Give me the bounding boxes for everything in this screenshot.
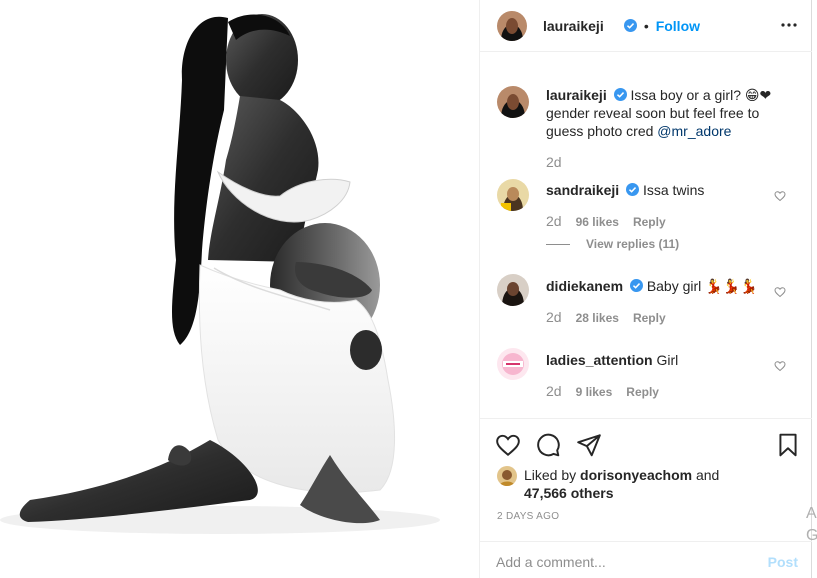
comment-time[interactable]: 2d <box>546 213 562 229</box>
liked-by-others[interactable]: 47,566 others <box>524 485 614 501</box>
comment-meta: 2d 9 likes Reply <box>546 383 659 399</box>
liked-by-user[interactable]: dorisonyeachom <box>580 467 692 483</box>
caption-username[interactable]: lauraikeji <box>546 87 607 103</box>
comment-likes[interactable]: 96 likes <box>576 215 619 229</box>
reply-button[interactable]: Reply <box>626 385 659 399</box>
maternity-photo-illustration <box>0 0 479 578</box>
more-icon[interactable] <box>780 16 798 34</box>
comment-time[interactable]: 2d <box>546 309 562 325</box>
post-details-panel: lauraikeji • Follow lauraikeji Issa boy … <box>480 0 812 578</box>
add-comment-bar: Post <box>480 541 812 578</box>
caption-time[interactable]: 2d <box>546 154 562 170</box>
follow-wrap: • Follow <box>621 18 700 34</box>
edge-glyph-a: A <box>806 505 817 522</box>
caption-meta: 2d <box>546 154 576 170</box>
author-avatar[interactable] <box>497 11 527 41</box>
caption-emojis: 😁❤ <box>744 87 772 103</box>
caption-mention-link[interactable]: @mr_adore <box>657 123 731 139</box>
comment-username[interactable]: sandraikeji <box>546 182 619 198</box>
like-comment-heart-icon[interactable] <box>774 190 786 202</box>
heart-icon[interactable] <box>495 432 521 458</box>
likes-summary: Liked by dorisonyeachom and 47,566 other… <box>524 466 719 502</box>
comment-username[interactable]: ladies_attention <box>546 352 653 368</box>
post-actions: Liked by dorisonyeachom and 47,566 other… <box>480 418 812 578</box>
comment-body: Issa twins <box>642 182 705 198</box>
like-comment-heart-icon[interactable] <box>774 286 786 298</box>
comment-username[interactable]: didiekanem <box>546 278 623 294</box>
reply-button[interactable]: Reply <box>633 215 666 229</box>
view-replies-label: View replies (11) <box>586 237 680 251</box>
comment-body: Girl <box>656 352 679 368</box>
liked-by-middle: and <box>692 467 720 483</box>
caption-body-1: Issa boy or a girl? <box>630 87 745 103</box>
comment-text: didiekanem Baby girl 💃💃💃 <box>546 277 782 295</box>
verified-icon <box>626 183 640 196</box>
comment-likes[interactable]: 9 likes <box>576 385 613 399</box>
verified-icon <box>613 88 627 101</box>
comment-input[interactable] <box>496 552 746 572</box>
verified-icon <box>624 19 637 32</box>
liked-by-avatar[interactable] <box>497 466 517 486</box>
comment-text: ladies_attention Girl <box>546 351 782 369</box>
post-button[interactable]: Post <box>768 554 798 570</box>
view-replies-button[interactable]: View replies (11) <box>546 237 679 251</box>
comment-meta: 2d 96 likes Reply <box>546 213 666 229</box>
follow-button[interactable]: Follow <box>656 18 700 34</box>
comment-meta: 2d 28 likes Reply <box>546 309 666 325</box>
comment-avatar[interactable] <box>497 274 529 306</box>
comment-body: Baby girl 💃💃💃 <box>646 278 758 294</box>
author-username[interactable]: lauraikeji <box>543 18 604 34</box>
liked-by-prefix: Liked by <box>524 467 581 483</box>
replies-line <box>546 244 570 246</box>
separator-dot: • <box>643 18 649 34</box>
comments-list[interactable]: lauraikeji Issa boy or a girl? 😁❤ gender… <box>480 52 812 418</box>
like-comment-heart-icon[interactable] <box>774 360 786 372</box>
caption-text: lauraikeji Issa boy or a girl? 😁❤ gender… <box>546 86 782 140</box>
post-photo[interactable] <box>0 0 480 578</box>
bookmark-icon[interactable] <box>775 432 801 458</box>
post-header: lauraikeji • Follow <box>480 0 812 52</box>
edge-glyph-g: G <box>806 527 817 544</box>
verified-icon <box>629 279 643 292</box>
comment-avatar[interactable] <box>497 348 529 380</box>
comment-likes[interactable]: 28 likes <box>576 311 619 325</box>
comment-icon[interactable] <box>535 432 561 458</box>
post-date[interactable]: 2 DAYS AGO <box>497 511 559 522</box>
comment-avatar[interactable] <box>497 179 529 211</box>
share-icon[interactable] <box>576 432 602 458</box>
comment-time[interactable]: 2d <box>546 383 562 399</box>
reply-button[interactable]: Reply <box>633 311 666 325</box>
caption-avatar[interactable] <box>497 86 529 118</box>
comment-text: sandraikeji Issa twins <box>546 181 782 199</box>
